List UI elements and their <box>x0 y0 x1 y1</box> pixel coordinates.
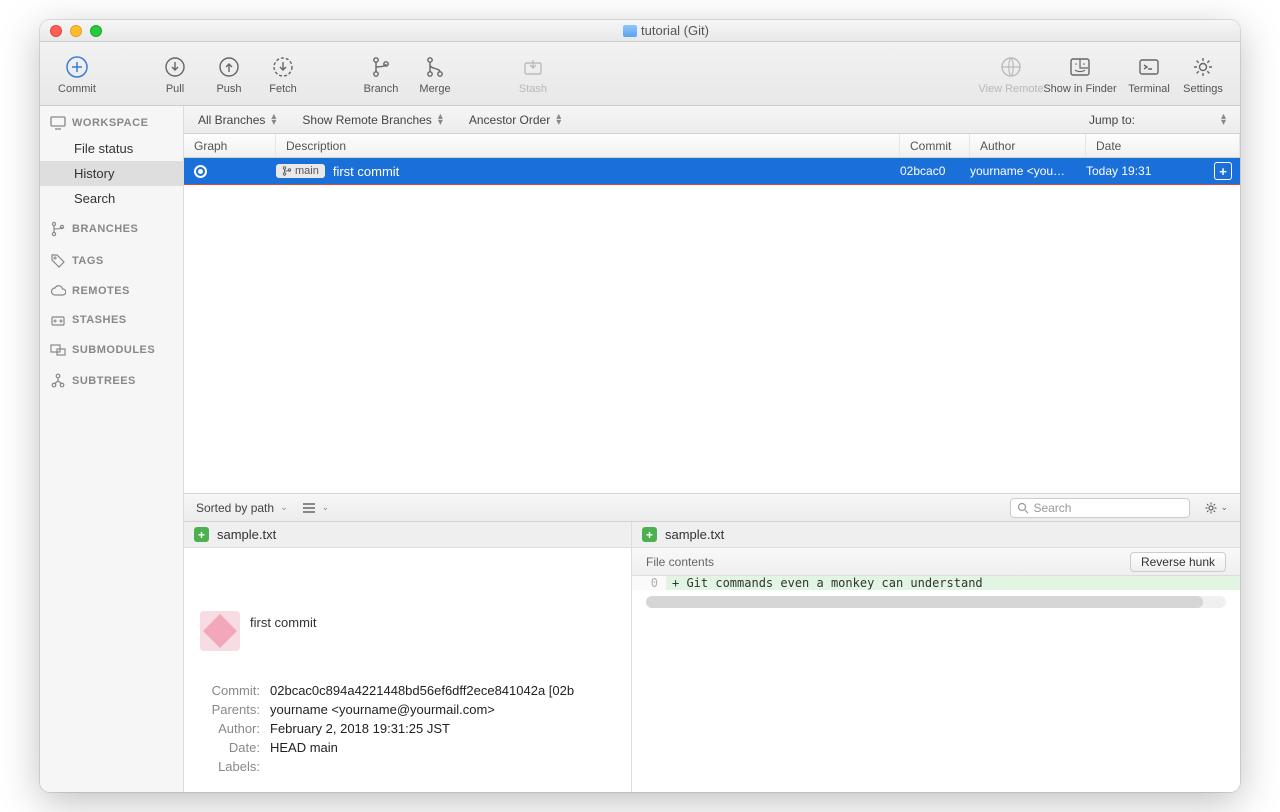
search-input[interactable]: Search <box>1010 498 1190 518</box>
detail-options-menu[interactable]: ⌄ <box>1204 501 1228 515</box>
col-header-author[interactable]: Author <box>970 134 1086 157</box>
submodules-icon <box>50 343 66 357</box>
commit-details: first commit Commit:02bcac0c894a4221448b… <box>184 595 631 792</box>
terminal-button[interactable]: Terminal <box>1124 49 1174 99</box>
file-list-item[interactable]: + sample.txt <box>184 522 631 548</box>
sidebar-item-file-status[interactable]: File status <box>40 136 183 161</box>
col-header-description[interactable]: Description <box>276 134 900 157</box>
diff-file-header[interactable]: + sample.txt <box>632 522 1240 548</box>
commit-dot-icon <box>194 165 207 178</box>
push-icon <box>217 55 241 79</box>
sidebar-section-remotes[interactable]: REMOTES <box>40 275 183 303</box>
branch-button[interactable]: Branch <box>356 49 406 99</box>
show-in-finder-button[interactable]: Show in Finder <box>1040 49 1120 99</box>
col-header-date[interactable]: Date <box>1086 134 1240 157</box>
column-headers: Graph Description Commit Author Date <box>184 134 1240 158</box>
commit-icon <box>64 54 90 80</box>
stash-button[interactable]: Stash <box>508 49 558 99</box>
added-badge-icon: + <box>194 527 209 542</box>
stashes-icon <box>50 313 66 327</box>
gear-small-icon <box>1204 501 1218 515</box>
detail-left-panel: + sample.txt first commit Commit:02bcac0… <box>184 522 632 792</box>
pull-button[interactable]: Pull <box>150 49 200 99</box>
finder-icon <box>1068 55 1092 79</box>
detail-toolbar: Sorted by path ⌄ ⌄ Search ⌄ <box>184 494 1240 522</box>
search-icon <box>1017 502 1029 514</box>
sidebar: WORKSPACE File status History Search BRA… <box>40 106 184 792</box>
commit-hash: 02bcac0 <box>900 164 970 178</box>
commit-button[interactable]: Commit <box>52 49 102 99</box>
fetch-icon <box>271 55 295 79</box>
commit-author: yourname <you… <box>970 164 1086 178</box>
window-title: tutorial (Git) <box>641 23 709 38</box>
avatar-icon <box>200 611 240 651</box>
sidebar-section-submodules[interactable]: SUBMODULES <box>40 333 183 363</box>
folder-icon <box>623 25 637 37</box>
jump-to-dropdown[interactable]: Jump to:▴▾ <box>1089 113 1226 127</box>
added-badge-icon: + <box>642 527 657 542</box>
commit-row[interactable]: main first commit 02bcac0 yourname <you…… <box>184 158 1240 184</box>
sort-by-path[interactable]: Sorted by path ⌄ <box>196 501 288 515</box>
sidebar-section-subtrees[interactable]: SUBTREES <box>40 363 183 395</box>
titlebar: tutorial (Git) <box>40 20 1240 42</box>
pull-icon <box>163 55 187 79</box>
close-window-button[interactable] <box>50 25 62 37</box>
tag-icon <box>50 253 66 269</box>
list-icon <box>302 502 316 514</box>
toolbar: Commit Pull Push Fetch Branch Merge Stas… <box>40 42 1240 106</box>
diff-line: 0 + Git commands even a monkey can under… <box>632 576 1240 590</box>
branch-icon <box>369 55 393 79</box>
filter-ancestor-order[interactable]: Ancestor Order▴▾ <box>469 113 561 127</box>
sidebar-section-tags[interactable]: TAGS <box>40 243 183 275</box>
monitor-icon <box>50 116 66 130</box>
reverse-hunk-button[interactable]: Reverse hunk <box>1130 552 1226 572</box>
cloud-icon <box>50 285 66 297</box>
commit-list: main first commit 02bcac0 yourname <you…… <box>184 158 1240 494</box>
sidebar-section-branches[interactable]: BRANCHES <box>40 211 183 243</box>
col-header-graph[interactable]: Graph <box>184 134 276 157</box>
expand-commit-button[interactable]: + <box>1214 162 1232 180</box>
merge-button[interactable]: Merge <box>410 49 460 99</box>
filter-all-branches[interactable]: All Branches▴▾ <box>198 113 276 127</box>
app-window: tutorial (Git) Commit Pull Push Fetch Br… <box>40 20 1240 792</box>
window-controls <box>50 25 102 37</box>
commit-description: first commit <box>333 164 399 179</box>
globe-icon <box>999 55 1023 79</box>
view-remote-button[interactable]: View Remote <box>986 49 1036 99</box>
filter-show-remote[interactable]: Show Remote Branches▴▾ <box>302 113 442 127</box>
commit-title: first commit <box>250 611 316 630</box>
gear-icon <box>1191 55 1215 79</box>
minimize-window-button[interactable] <box>70 25 82 37</box>
diff-body[interactable]: 0 + Git commands even a monkey can under… <box>632 576 1240 792</box>
branch-icon <box>50 221 66 237</box>
stash-icon <box>521 55 545 79</box>
zoom-window-button[interactable] <box>90 25 102 37</box>
branch-tag[interactable]: main <box>276 164 325 178</box>
settings-button[interactable]: Settings <box>1178 49 1228 99</box>
detail-right-panel: + sample.txt File contents Reverse hunk … <box>632 522 1240 792</box>
list-view-toggle[interactable]: ⌄ <box>302 502 330 514</box>
col-header-commit[interactable]: Commit <box>900 134 970 157</box>
sidebar-item-search[interactable]: Search <box>40 186 183 211</box>
fetch-button[interactable]: Fetch <box>258 49 308 99</box>
filter-bar: All Branches▴▾ Show Remote Branches▴▾ An… <box>184 106 1240 134</box>
branch-small-icon <box>282 166 292 176</box>
subtrees-icon <box>50 373 66 389</box>
commit-date: Today 19:31 <box>1086 164 1151 178</box>
sidebar-section-stashes[interactable]: STASHES <box>40 303 183 333</box>
main-area: All Branches▴▾ Show Remote Branches▴▾ An… <box>184 106 1240 792</box>
diff-hunk-header: File contents Reverse hunk <box>632 548 1240 576</box>
horizontal-scrollbar[interactable] <box>646 596 1226 608</box>
terminal-icon <box>1137 55 1161 79</box>
merge-icon <box>423 55 447 79</box>
sidebar-item-history[interactable]: History <box>40 161 183 186</box>
sidebar-section-workspace[interactable]: WORKSPACE <box>40 106 183 136</box>
push-button[interactable]: Push <box>204 49 254 99</box>
